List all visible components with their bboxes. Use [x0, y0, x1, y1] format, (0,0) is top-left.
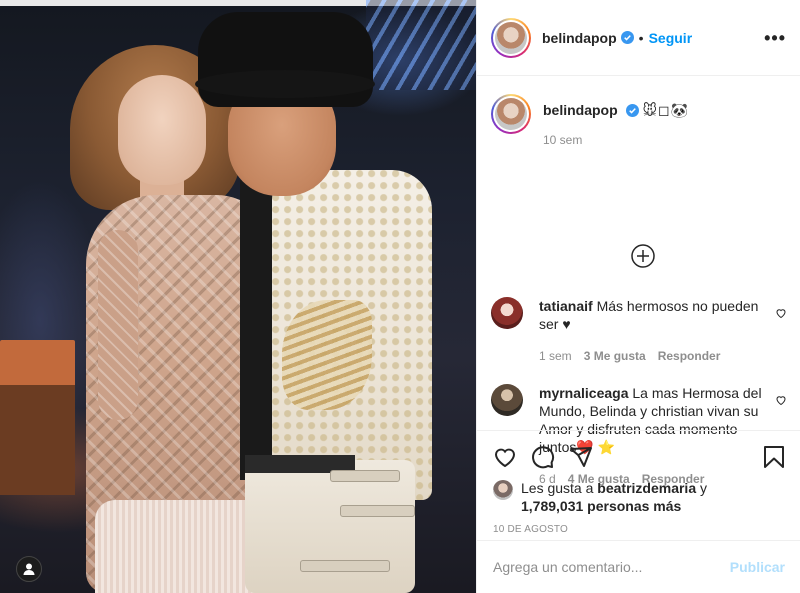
comment-likes[interactable]: 3 Me gusta — [584, 347, 646, 365]
commenter-avatar[interactable] — [491, 384, 523, 416]
pants-strap — [330, 470, 400, 482]
commenter-avatar[interactable] — [491, 297, 523, 329]
verified-icon — [620, 31, 634, 44]
author-username[interactable]: belindapop — [542, 30, 617, 46]
likes-prefix: Les gusta a — [521, 480, 594, 496]
more-options-button[interactable]: ••• — [764, 29, 786, 47]
share-icon[interactable] — [569, 445, 593, 469]
bookmark-icon[interactable] — [763, 445, 785, 469]
comment-time[interactable]: 1 sem — [539, 347, 572, 365]
comment-input[interactable] — [493, 559, 730, 575]
heart-icon[interactable] — [775, 394, 787, 406]
pants-strap — [340, 505, 415, 517]
caption-username[interactable]: belindapop — [543, 102, 618, 118]
commenter-username[interactable]: tatianaif — [539, 298, 593, 314]
publish-button[interactable]: Publicar — [730, 559, 785, 575]
stage-light — [366, 0, 476, 90]
liker-username[interactable]: beatrizdemaria — [597, 480, 696, 496]
liker-avatar[interactable] — [493, 480, 513, 500]
woman-face — [118, 75, 206, 185]
reply-button[interactable]: Responder — [658, 347, 721, 365]
post-date[interactable]: 10 DE AGOSTO — [493, 524, 785, 535]
load-more-icon[interactable] — [630, 243, 656, 269]
post-header: belindapop • Seguir ••• — [477, 0, 800, 76]
likes-conjunction: y — [700, 480, 707, 496]
commenter-username[interactable]: myrnaliceaga — [539, 385, 629, 401]
comments-section: belindapop 🐭◻🐼 10 sem tatianaif Más herm… — [477, 76, 800, 486]
author-avatar[interactable] — [491, 17, 531, 58]
woman-arm — [98, 230, 138, 420]
verified-icon — [625, 104, 639, 117]
caption-text: 🐭◻🐼 — [642, 102, 690, 118]
background-table-base — [0, 385, 75, 495]
jacket-wing-embroidery — [282, 300, 372, 410]
comment-icon[interactable] — [531, 445, 555, 469]
caption: belindapop 🐭◻🐼 10 sem — [491, 94, 786, 147]
likes-summary: Les gusta a beatrizdemaria y 1,789,031 p… — [493, 479, 785, 515]
comment-item: tatianaif Más hermosos no pueden ser ♥ 1… — [491, 297, 787, 365]
cowboy-hat-brim — [195, 70, 375, 98]
separator-dot: • — [638, 29, 644, 46]
user-tag-icon[interactable] — [16, 556, 42, 582]
caption-avatar[interactable] — [491, 94, 531, 134]
add-comment-bar: Publicar — [477, 540, 800, 593]
post-actions: Les gusta a beatrizdemaria y 1,789,031 p… — [477, 430, 800, 535]
post-photo[interactable] — [0, 0, 476, 593]
heart-icon[interactable] — [775, 307, 787, 319]
caption-time[interactable]: 10 sem — [543, 133, 689, 147]
pants-strap — [300, 560, 390, 572]
background-table — [0, 340, 75, 390]
post-details-panel: belindapop • Seguir ••• belindapop 🐭◻🐼 1… — [476, 0, 800, 593]
heart-icon[interactable] — [493, 445, 517, 469]
likes-count[interactable]: 1,789,031 personas más — [521, 498, 681, 514]
follow-button[interactable]: Seguir — [649, 30, 693, 46]
